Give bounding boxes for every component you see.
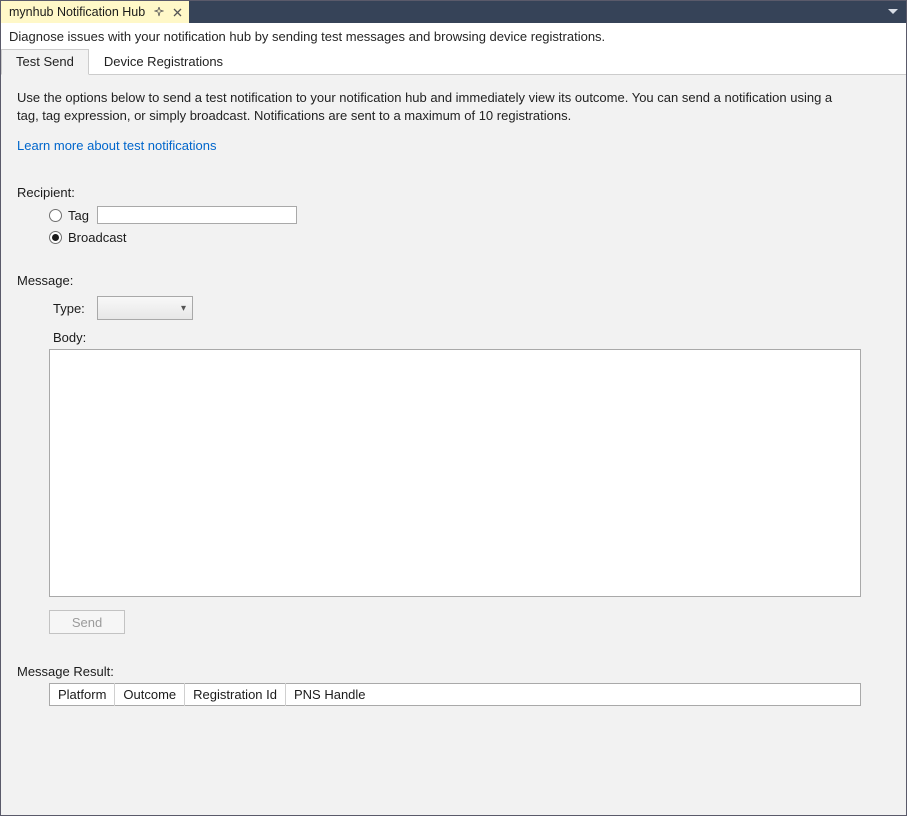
send-button[interactable]: Send — [49, 610, 125, 634]
test-send-panel: Use the options below to send a test not… — [1, 75, 906, 815]
tab-icons — [153, 6, 183, 18]
type-select[interactable]: ▾ — [97, 296, 193, 320]
learn-more-link[interactable]: Learn more about test notifications — [17, 138, 216, 153]
message-label: Message: — [17, 273, 890, 288]
type-row: Type: ▾ — [17, 296, 890, 320]
col-platform[interactable]: Platform — [50, 684, 115, 706]
page-description: Diagnose issues with your notification h… — [1, 23, 906, 48]
tag-input[interactable] — [97, 206, 297, 224]
radio-tag-label[interactable]: Tag — [68, 208, 89, 223]
result-label: Message Result: — [17, 664, 890, 679]
col-outcome[interactable]: Outcome — [115, 684, 185, 706]
chevron-down-icon: ▾ — [181, 303, 186, 314]
body-label: Body: — [53, 330, 890, 345]
col-registration-id[interactable]: Registration Id — [185, 684, 286, 706]
recipient-tag-row: Tag — [49, 206, 890, 224]
type-label: Type: — [53, 301, 97, 316]
app-window: mynhub Notification Hub Diagnose issues … — [0, 0, 907, 816]
document-tab-title: mynhub Notification Hub — [9, 5, 145, 19]
body-textarea[interactable] — [49, 349, 861, 597]
nav-tabs: Test Send Device Registrations — [1, 48, 906, 75]
document-tab[interactable]: mynhub Notification Hub — [1, 1, 189, 23]
window-menu-icon[interactable] — [884, 1, 902, 23]
radio-tag[interactable] — [49, 209, 62, 222]
recipient-broadcast-row: Broadcast — [49, 230, 890, 245]
content: Diagnose issues with your notification h… — [1, 23, 906, 815]
pin-icon[interactable] — [153, 6, 165, 18]
tab-device-registrations[interactable]: Device Registrations — [89, 49, 238, 75]
intro-text: Use the options below to send a test not… — [17, 89, 847, 124]
col-pns-handle[interactable]: PNS Handle — [285, 684, 860, 706]
recipient-label: Recipient: — [17, 185, 890, 200]
result-table: Platform Outcome Registration Id PNS Han… — [49, 683, 861, 706]
titlebar: mynhub Notification Hub — [1, 1, 906, 23]
radio-broadcast[interactable] — [49, 231, 62, 244]
radio-broadcast-label[interactable]: Broadcast — [68, 230, 127, 245]
close-icon[interactable] — [171, 6, 183, 18]
tab-test-send[interactable]: Test Send — [1, 49, 89, 75]
